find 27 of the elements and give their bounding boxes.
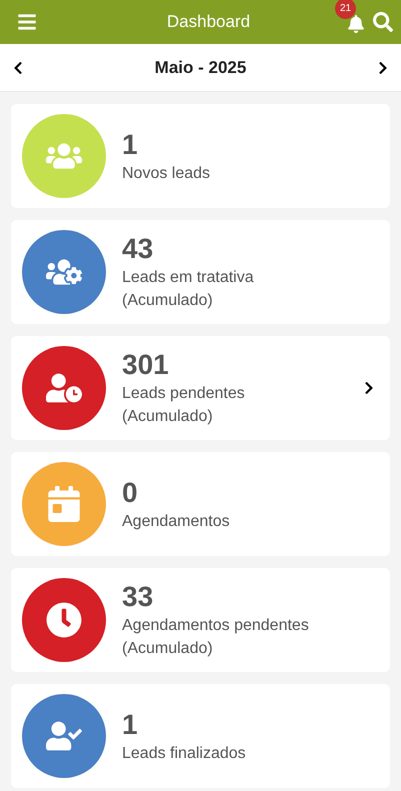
stat-value: 0: [122, 476, 139, 510]
page-title: Dashboard: [166, 11, 252, 34]
stat-value: 33: [122, 580, 154, 614]
stat-label: Novos leads: [122, 164, 212, 184]
notification-badge: 21: [335, 0, 356, 19]
next-month-icon[interactable]: [377, 60, 389, 74]
stat-note: (Acumulado): [122, 639, 214, 659]
clock-icon: [46, 602, 82, 638]
stat-value: 301: [122, 348, 170, 382]
stat-value: 1: [122, 128, 139, 162]
calendar-icon: [46, 486, 82, 522]
bell-icon[interactable]: [347, 15, 365, 33]
stat-card[interactable]: 301 Leads pendentes (Acumulado): [11, 336, 390, 440]
stat-label: Leads finalizados: [122, 744, 247, 764]
previous-month-icon[interactable]: [12, 60, 24, 74]
stat-value: 43: [122, 232, 154, 266]
stat-label: Leads em tratativa: [122, 268, 255, 288]
search-icon[interactable]: [373, 12, 393, 32]
stat-label: Leads pendentes: [122, 384, 246, 404]
menu-icon[interactable]: [16, 12, 38, 32]
month-label: Maio - 2025: [154, 56, 248, 79]
chevron-right-icon[interactable]: [363, 381, 375, 395]
stat-value: 1: [122, 708, 139, 742]
stat-label: Agendamentos: [122, 512, 231, 532]
stat-note: (Acumulado): [122, 407, 214, 427]
stat-note: (Acumulado): [122, 291, 214, 311]
stat-label: Agendamentos pendentes: [122, 616, 310, 636]
